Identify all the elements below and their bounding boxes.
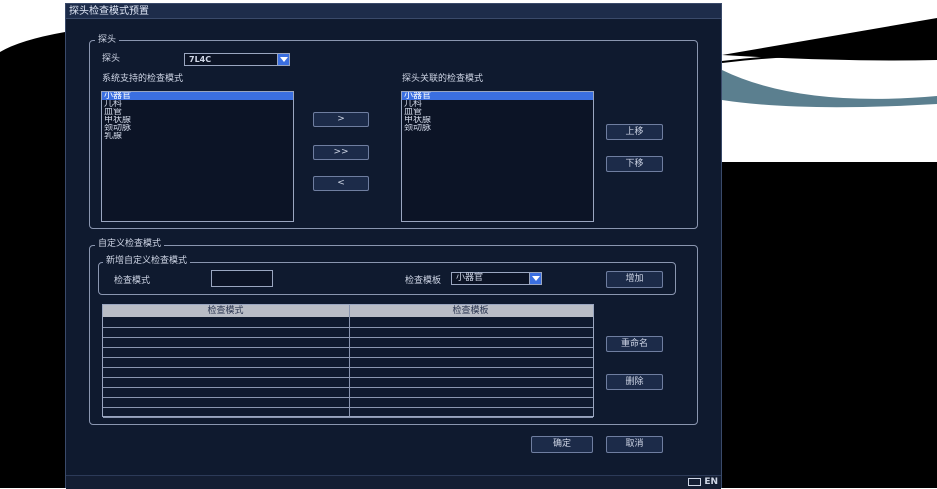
add-all-modes-button[interactable]: >> — [313, 145, 369, 160]
mode-name-label: 检查模式 — [114, 276, 151, 286]
dialog-title: 探头检查模式预置 — [66, 4, 721, 19]
probe-modes-list[interactable]: 小器官 儿科 血管 甲状腺 颈动脉 — [401, 91, 594, 222]
probe-label: 探头 — [102, 54, 121, 64]
table-row[interactable] — [103, 387, 593, 388]
table-row[interactable] — [103, 327, 593, 328]
template-select-value: 小器官 — [456, 273, 484, 283]
new-custom-mode-legend: 新增自定义检查模式 — [103, 256, 191, 267]
ok-button[interactable]: 确定 — [531, 436, 593, 453]
table-header: 检查模式 检查模板 — [103, 305, 593, 317]
system-modes-list[interactable]: 小器官 儿科 血管 甲状腺 颈动脉 乳腺 — [101, 91, 294, 222]
probe-exam-preset-dialog: 探头检查模式预置 探头 探头 7L4C 系统支持的检查模式 小器官 儿科 血管 甲状腺… — [65, 3, 722, 489]
move-up-button[interactable]: 上移 — [606, 124, 663, 140]
status-bar: EN — [66, 475, 721, 489]
list-item[interactable]: 甲状腺 — [402, 116, 593, 124]
table-row[interactable] — [103, 397, 593, 398]
rename-button[interactable]: 重命名 — [606, 336, 663, 352]
table-row[interactable] — [103, 377, 593, 378]
move-down-button[interactable]: 下移 — [606, 156, 663, 172]
column-header-mode: 检查模式 — [207, 306, 244, 316]
mode-name-input[interactable] — [211, 270, 273, 287]
keyboard-icon — [688, 477, 702, 486]
column-divider — [349, 305, 350, 416]
probe-select-value: 7L4C — [189, 55, 212, 64]
list-item[interactable]: 甲状腺 — [102, 116, 293, 124]
list-item[interactable]: 小器官 — [402, 92, 593, 100]
list-item[interactable]: 小器官 — [102, 92, 293, 100]
delete-button[interactable]: 删除 — [606, 374, 663, 390]
list-item[interactable]: 儿科 — [102, 100, 293, 108]
chevron-down-icon[interactable] — [277, 54, 289, 65]
template-select[interactable]: 小器官 — [451, 272, 542, 285]
list-item[interactable]: 血管 — [402, 108, 593, 116]
table-row[interactable] — [103, 407, 593, 408]
add-custom-mode-button[interactable]: 增加 — [606, 271, 663, 288]
table-row[interactable] — [103, 417, 593, 418]
custom-mode-legend: 自定义检查模式 — [95, 239, 165, 250]
table-row[interactable] — [103, 337, 593, 338]
probe-modes-label: 探头关联的检查模式 — [402, 74, 484, 84]
table-row[interactable] — [103, 347, 593, 348]
cancel-button[interactable]: 取消 — [606, 436, 663, 453]
list-item[interactable]: 颈动脉 — [402, 124, 593, 132]
list-item[interactable]: 血管 — [102, 108, 293, 116]
remove-mode-button[interactable]: < — [313, 176, 369, 191]
add-mode-button[interactable]: > — [313, 112, 369, 127]
table-row[interactable] — [103, 357, 593, 358]
system-modes-label: 系统支持的检查模式 — [102, 74, 184, 84]
list-item[interactable]: 颈动脉 — [102, 124, 293, 132]
chevron-down-icon[interactable] — [529, 273, 541, 284]
list-item[interactable]: 乳腺 — [102, 132, 293, 140]
template-label: 检查模板 — [405, 276, 442, 286]
table-row[interactable] — [103, 367, 593, 368]
list-item[interactable]: 儿科 — [402, 100, 593, 108]
column-header-template: 检查模板 — [452, 306, 489, 316]
custom-mode-table[interactable]: 检查模式 检查模板 — [102, 304, 594, 418]
probe-select[interactable]: 7L4C — [184, 53, 290, 66]
probe-group-legend: 探头 — [95, 35, 120, 46]
input-language-indicator[interactable]: EN — [688, 477, 718, 487]
language-label: EN — [704, 477, 718, 487]
